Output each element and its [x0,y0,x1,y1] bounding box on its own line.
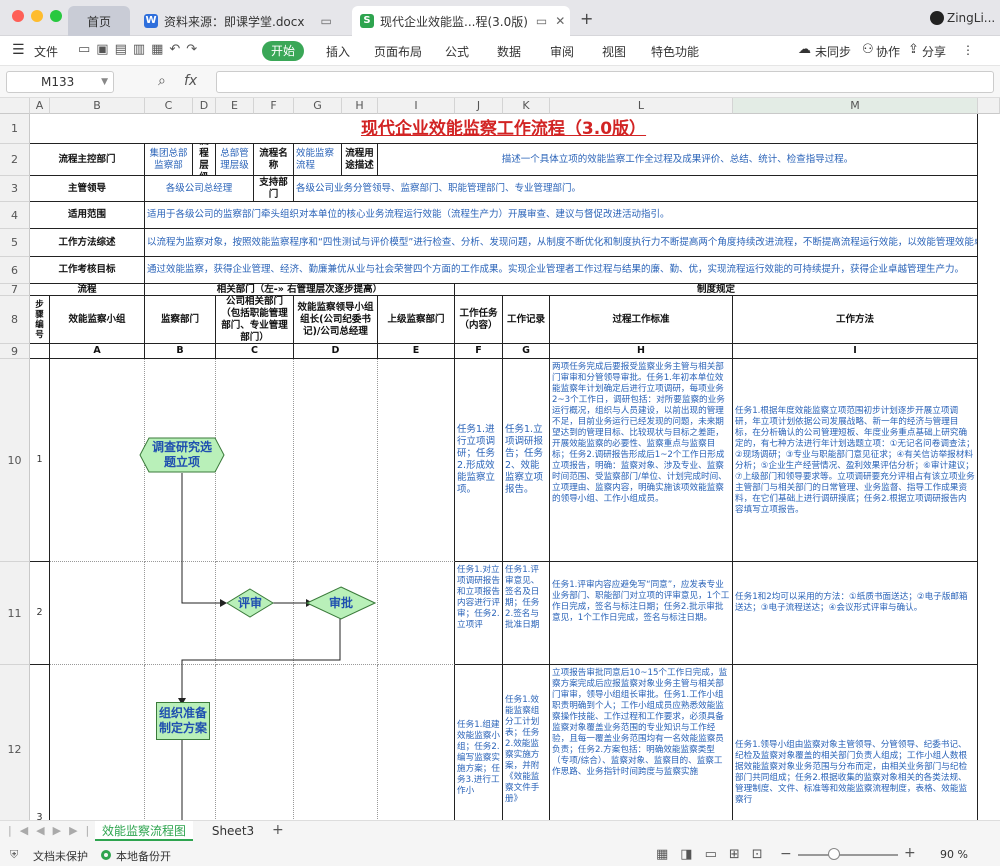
cell-reference: M133 [41,75,75,89]
monitor-icon[interactable]: ▭ [536,14,547,28]
cloud-sync-icon[interactable]: ☁ [798,42,811,57]
menu-start[interactable]: 开始 [262,41,304,61]
avatar[interactable] [930,11,944,25]
menu-view[interactable]: 视图 [602,43,626,60]
zoom-out-icon[interactable]: − [780,846,792,862]
spreadsheet-grid[interactable]: A B C D E F G H I J K L M 1 2 3 4 5 6 7 … [0,98,1000,820]
tab-sheet-label: 现代企业效能监...程(3.0版) [380,14,528,29]
monitor-icon[interactable]: ▭ [320,14,331,28]
menu-features[interactable]: 特色功能 [651,43,699,60]
menu-bar: ☰ 文件 ▭▣▤▥▦↶↷ 开始 插入 页面布局 公式 数据 审阅 视图 特色功能… [0,36,1000,66]
backup-status[interactable]: 本地备份开 [116,848,171,864]
more-icon[interactable]: ⋮ [962,43,976,57]
add-sheet-icon[interactable]: + [272,822,284,838]
shape-research-label: 调查研究选题立项 [151,440,212,469]
menu-formula[interactable]: 公式 [445,43,469,60]
word-doc-icon: W [144,14,158,28]
menu-review[interactable]: 审阅 [550,43,574,60]
menu-file[interactable]: 文件 [34,43,58,60]
view-mode-icons[interactable]: ▦◨▭⊞⊡ [656,847,775,862]
formula-bar: M133 ▼ ⌕ fx [0,66,1000,98]
zoom-slider-handle[interactable] [828,848,840,860]
new-tab-icon[interactable]: + [580,9,593,28]
menu-insert[interactable]: 插入 [326,43,350,60]
close-tab-icon[interactable]: ✕ [555,14,565,28]
menu-data[interactable]: 数据 [497,43,521,60]
share-button[interactable]: 分享 [922,43,946,60]
formula-input[interactable] [216,71,994,93]
hamburger-icon[interactable]: ☰ [12,42,25,58]
shape-review-label: 评审 [237,595,262,610]
process-shape-prepare[interactable]: 组织准备制定方案 [156,702,210,740]
status-bar: |◀◀▶▶| 效能监察流程图 Sheet3 + ⛨ 文档未保护 本地备份开 ▦◨… [0,820,1000,866]
share-icon[interactable]: ⇪ [908,42,919,57]
sync-status[interactable]: 未同步 [815,43,851,60]
zoom-in-icon[interactable]: + [904,845,916,861]
tab-doc[interactable]: W 资料来源：即课学堂.docx ▭ [138,6,338,36]
name-box[interactable]: M133 ▼ [6,71,114,93]
shape-approve-label: 审批 [328,595,353,610]
sheet-doc-icon: S [360,14,374,28]
close-window-icon[interactable] [12,10,24,22]
tab-sheet[interactable]: S 现代企业效能监...程(3.0版) ▭ ✕ [352,6,570,36]
title-bar: 首页 W 资料来源：即课学堂.docx ▭ S 现代企业效能监...程(3.0版… [0,0,1000,36]
zoom-search-icon[interactable]: ⌕ [158,73,166,89]
user-name: ZingLi... [947,11,996,25]
sheet-tab-active[interactable]: 效能监察流程图 [95,821,193,841]
collab-button[interactable]: 协作 [876,43,900,60]
zoom-slider[interactable] [798,854,898,856]
sheet-tab-sheet3[interactable]: Sheet3 [203,821,263,841]
tab-home[interactable]: 首页 [68,6,130,36]
doc-protect-icon: ⛨ [10,848,19,861]
tab-doc-label: 资料来源：即课学堂.docx [164,14,305,29]
sheet-nav-arrows-icon[interactable]: |◀◀▶▶| [8,824,97,837]
collab-icon[interactable]: ⚇ [862,42,874,57]
function-icon[interactable]: fx [184,73,197,89]
backup-icon [101,850,111,860]
minimize-window-icon[interactable] [31,10,43,22]
zoom-level[interactable]: 90 % [940,848,968,861]
tab-home-label: 首页 [86,14,111,29]
maximize-window-icon[interactable] [50,10,62,22]
quick-toolbar-icons[interactable]: ▭▣▤▥▦↶↷ [78,42,203,57]
doc-protect-status[interactable]: 文档未保护 [33,848,88,864]
menu-layout[interactable]: 页面布局 [374,43,422,60]
